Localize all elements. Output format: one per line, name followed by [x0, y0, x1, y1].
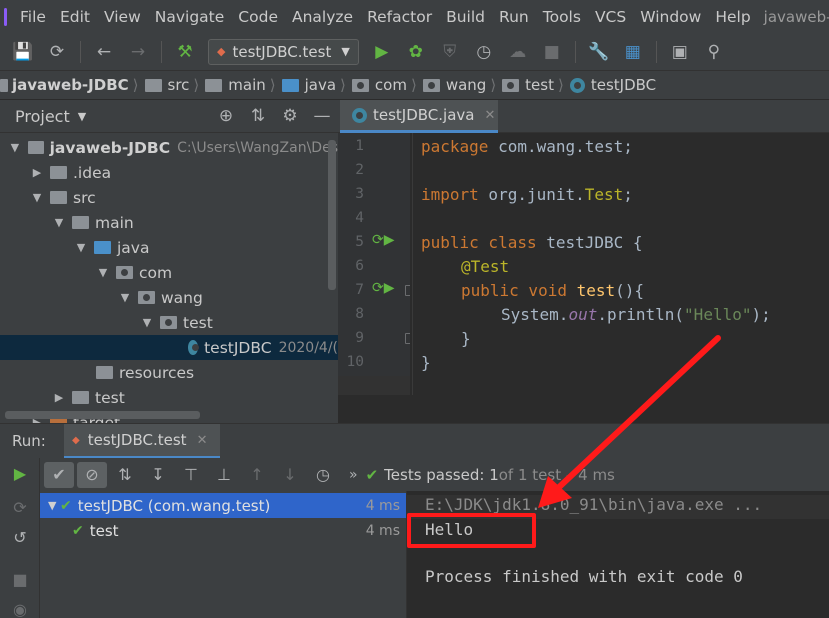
- annotation-arrow: [538, 335, 721, 508]
- annotation-arrow-line: [553, 335, 721, 493]
